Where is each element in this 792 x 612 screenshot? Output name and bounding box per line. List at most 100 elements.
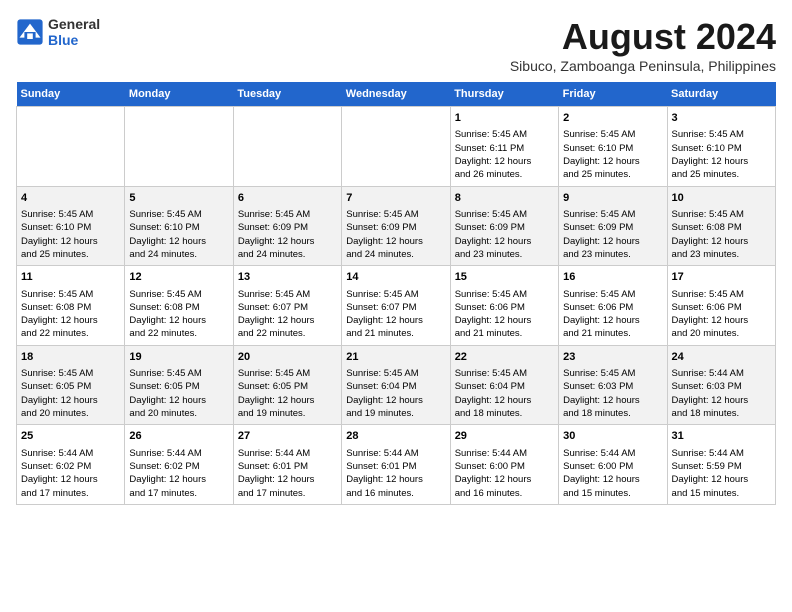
calendar-cell: 28Sunrise: 5:44 AM Sunset: 6:01 PM Dayli… [342,425,450,505]
day-info: Sunrise: 5:44 AM Sunset: 6:02 PM Dayligh… [21,447,120,500]
day-info: Sunrise: 5:44 AM Sunset: 6:00 PM Dayligh… [563,447,662,500]
day-info: Sunrise: 5:45 AM Sunset: 6:08 PM Dayligh… [21,288,120,341]
day-number: 3 [672,111,771,126]
day-number: 26 [129,429,228,444]
calendar-cell: 4 Sunrise: 5:45 AM Sunset: 6:10 PM Daylig… [17,186,125,266]
day-info: Sunrise: 5:45 AM Sunset: 6:07 PM Dayligh… [238,288,337,341]
header-saturday: Saturday [667,82,775,107]
calendar-cell: 31 Sunrise: 5:44 AM Sunset: 5:59 PM Dayli… [667,425,775,505]
calendar-week-1: 1 Sunrise: 5:45 AM Sunset: 6:11 PM Daylig… [17,107,776,187]
calendar-cell: 2 Sunrise: 5:45 AM Sunset: 6:10 PM Daylig… [559,107,667,187]
day-info: Sunrise: 5:45 AM Sunset: 6:10 PM Dayligh… [563,128,662,181]
day-info: Sunrise: 5:45 AM Sunset: 6:05 PM Dayligh… [129,367,228,420]
calendar-cell: 12Sunrise: 5:45 AM Sunset: 6:08 PM Dayli… [125,266,233,346]
calendar-cell: 11 Sunrise: 5:45 AM Sunset: 6:08 PM Dayli… [17,266,125,346]
day-number: 30 [563,429,662,444]
calendar-cell: 17 Sunrise: 5:45 AM Sunset: 6:06 PM Dayli… [667,266,775,346]
calendar-header-row: SundayMondayTuesdayWednesdayThursdayFrid… [17,82,776,107]
calendar-week-5: 25 Sunrise: 5:44 AM Sunset: 6:02 PM Dayli… [17,425,776,505]
calendar-cell: 13 Sunrise: 5:45 AM Sunset: 6:07 PM Dayli… [233,266,341,346]
day-info: Sunrise: 5:45 AM Sunset: 6:05 PM Dayligh… [21,367,120,420]
header-sunday: Sunday [17,82,125,107]
day-number: 1 [455,111,554,126]
day-number: 24 [672,350,771,365]
day-number: 10 [672,191,771,206]
header-wednesday: Wednesday [342,82,450,107]
day-number: 7 [346,191,445,206]
logo-icon [16,18,44,46]
calendar-cell: 6Sunrise: 5:45 AM Sunset: 6:09 PM Daylig… [233,186,341,266]
calendar-cell: 25 Sunrise: 5:44 AM Sunset: 6:02 PM Dayli… [17,425,125,505]
day-number: 20 [238,350,337,365]
day-number: 16 [563,270,662,285]
day-info: Sunrise: 5:44 AM Sunset: 6:01 PM Dayligh… [346,447,445,500]
calendar-cell: 21 Sunrise: 5:45 AM Sunset: 6:04 PM Dayli… [342,345,450,425]
day-number: 13 [238,270,337,285]
calendar-cell: 22 Sunrise: 5:45 AM Sunset: 6:04 PM Dayli… [450,345,558,425]
calendar-cell: 18 Sunrise: 5:45 AM Sunset: 6:05 PM Dayli… [17,345,125,425]
calendar-cell: 5Sunrise: 5:45 AM Sunset: 6:10 PM Daylig… [125,186,233,266]
page-header: General Blue August 2024 Sibuco, Zamboan… [16,16,776,74]
day-number: 11 [21,270,120,285]
day-info: Sunrise: 5:45 AM Sunset: 6:08 PM Dayligh… [129,288,228,341]
day-info: Sunrise: 5:45 AM Sunset: 6:07 PM Dayligh… [346,288,445,341]
logo-text: General Blue [48,16,100,48]
calendar-cell: 8Sunrise: 5:45 AM Sunset: 6:09 PM Daylig… [450,186,558,266]
day-info: Sunrise: 5:44 AM Sunset: 6:02 PM Dayligh… [129,447,228,500]
day-info: Sunrise: 5:45 AM Sunset: 6:04 PM Dayligh… [346,367,445,420]
day-number: 25 [21,429,120,444]
day-number: 27 [238,429,337,444]
calendar-cell: 1 Sunrise: 5:45 AM Sunset: 6:11 PM Daylig… [450,107,558,187]
day-info: Sunrise: 5:45 AM Sunset: 6:10 PM Dayligh… [129,208,228,261]
calendar-cell [233,107,341,187]
title-block: August 2024 Sibuco, Zamboanga Peninsula,… [510,16,776,74]
day-number: 29 [455,429,554,444]
calendar-cell: 15Sunrise: 5:45 AM Sunset: 6:06 PM Dayli… [450,266,558,346]
logo: General Blue [16,16,100,48]
day-info: Sunrise: 5:45 AM Sunset: 6:10 PM Dayligh… [21,208,120,261]
calendar-cell: 23Sunrise: 5:45 AM Sunset: 6:03 PM Dayli… [559,345,667,425]
calendar-week-3: 11 Sunrise: 5:45 AM Sunset: 6:08 PM Dayli… [17,266,776,346]
day-number: 9 [563,191,662,206]
calendar-table: SundayMondayTuesdayWednesdayThursdayFrid… [16,82,776,505]
calendar-body: 1 Sunrise: 5:45 AM Sunset: 6:11 PM Daylig… [17,107,776,505]
calendar-week-2: 4 Sunrise: 5:45 AM Sunset: 6:10 PM Daylig… [17,186,776,266]
calendar-subtitle: Sibuco, Zamboanga Peninsula, Philippines [510,58,776,74]
day-info: Sunrise: 5:44 AM Sunset: 6:03 PM Dayligh… [672,367,771,420]
day-number: 8 [455,191,554,206]
day-info: Sunrise: 5:45 AM Sunset: 6:11 PM Dayligh… [455,128,554,181]
header-friday: Friday [559,82,667,107]
day-number: 18 [21,350,120,365]
calendar-cell [17,107,125,187]
day-info: Sunrise: 5:45 AM Sunset: 6:05 PM Dayligh… [238,367,337,420]
day-info: Sunrise: 5:44 AM Sunset: 5:59 PM Dayligh… [672,447,771,500]
calendar-cell [125,107,233,187]
calendar-title: August 2024 [510,16,776,58]
day-number: 22 [455,350,554,365]
day-number: 31 [672,429,771,444]
day-number: 4 [21,191,120,206]
calendar-cell: 7Sunrise: 5:45 AM Sunset: 6:09 PM Daylig… [342,186,450,266]
day-number: 23 [563,350,662,365]
day-number: 17 [672,270,771,285]
calendar-cell: 3Sunrise: 5:45 AM Sunset: 6:10 PM Daylig… [667,107,775,187]
calendar-cell: 20 Sunrise: 5:45 AM Sunset: 6:05 PM Dayli… [233,345,341,425]
day-info: Sunrise: 5:45 AM Sunset: 6:06 PM Dayligh… [672,288,771,341]
day-number: 21 [346,350,445,365]
calendar-cell: 27 Sunrise: 5:44 AM Sunset: 6:01 PM Dayli… [233,425,341,505]
calendar-cell [342,107,450,187]
calendar-cell: 29 Sunrise: 5:44 AM Sunset: 6:00 PM Dayli… [450,425,558,505]
calendar-week-4: 18 Sunrise: 5:45 AM Sunset: 6:05 PM Dayli… [17,345,776,425]
calendar-cell: 9 Sunrise: 5:45 AM Sunset: 6:09 PM Daylig… [559,186,667,266]
day-info: Sunrise: 5:45 AM Sunset: 6:04 PM Dayligh… [455,367,554,420]
day-info: Sunrise: 5:44 AM Sunset: 6:01 PM Dayligh… [238,447,337,500]
calendar-cell: 26 Sunrise: 5:44 AM Sunset: 6:02 PM Dayli… [125,425,233,505]
day-info: Sunrise: 5:45 AM Sunset: 6:09 PM Dayligh… [563,208,662,261]
calendar-cell: 14Sunrise: 5:45 AM Sunset: 6:07 PM Dayli… [342,266,450,346]
header-tuesday: Tuesday [233,82,341,107]
day-number: 6 [238,191,337,206]
day-number: 15 [455,270,554,285]
day-number: 19 [129,350,228,365]
day-info: Sunrise: 5:44 AM Sunset: 6:00 PM Dayligh… [455,447,554,500]
day-number: 2 [563,111,662,126]
